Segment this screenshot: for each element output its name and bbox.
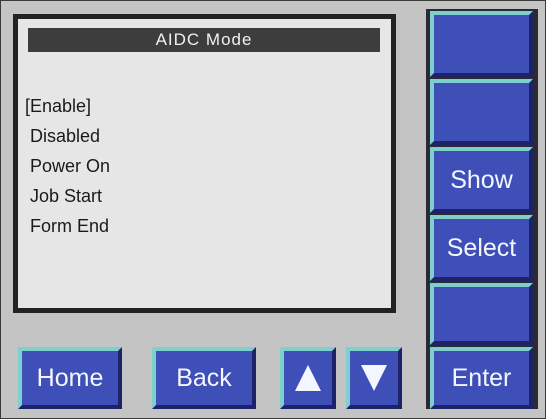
menu-option-power-on[interactable]: Power On xyxy=(25,156,110,176)
scroll-down-button[interactable] xyxy=(346,347,402,409)
screen-title: AIDC Mode xyxy=(28,28,380,52)
side-button-5[interactable] xyxy=(430,283,533,345)
home-button[interactable]: Home xyxy=(18,347,122,409)
menu-option-form-end[interactable]: Form End xyxy=(25,216,109,236)
lcd-screen: AIDC Mode [Enable] Disabled Power On Job… xyxy=(13,14,396,313)
side-button-2[interactable] xyxy=(430,79,533,145)
menu-option-job-start[interactable]: Job Start xyxy=(25,186,102,206)
scroll-up-button[interactable] xyxy=(280,347,336,409)
side-button-1[interactable] xyxy=(430,11,533,77)
arrow-down-icon xyxy=(361,365,387,391)
show-button[interactable]: Show xyxy=(430,147,533,213)
menu-option-disabled[interactable]: Disabled xyxy=(25,126,100,146)
enter-button[interactable]: Enter xyxy=(430,347,533,409)
menu-option-enable[interactable]: [Enable] xyxy=(25,96,91,116)
control-panel: AIDC Mode [Enable] Disabled Power On Job… xyxy=(0,0,546,419)
back-button[interactable]: Back xyxy=(152,347,256,409)
arrow-up-icon xyxy=(295,365,321,391)
select-button[interactable]: Select xyxy=(430,215,533,281)
